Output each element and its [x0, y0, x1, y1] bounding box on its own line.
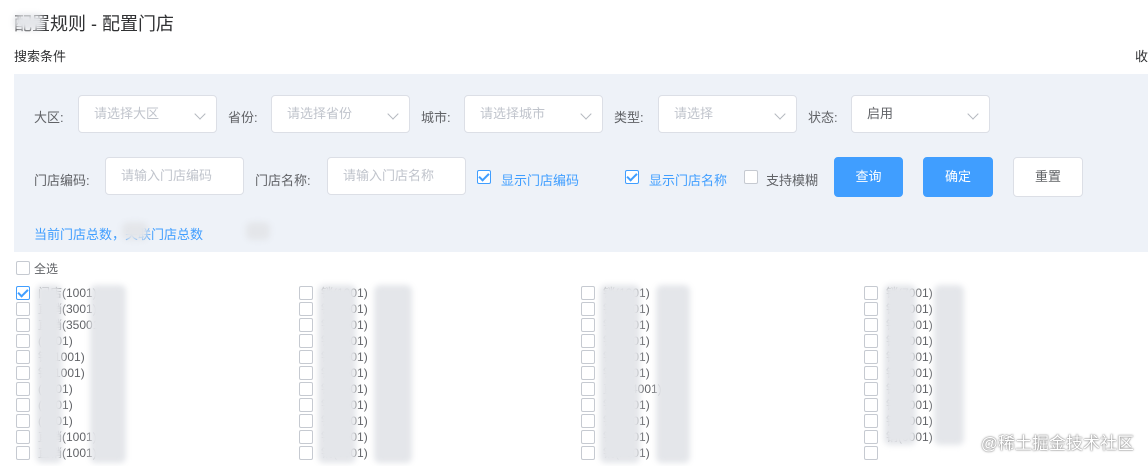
- type-select-placeholder: 请选择: [674, 106, 714, 121]
- store-checkbox[interactable]: [864, 430, 878, 444]
- chevron-down-icon: [774, 108, 786, 120]
- region-select[interactable]: 请选择大区: [78, 95, 217, 133]
- store-checkbox[interactable]: [16, 302, 30, 316]
- confirm-button[interactable]: 确定: [923, 157, 993, 197]
- fuzzy-checkbox[interactable]: [744, 170, 758, 184]
- store-checkbox[interactable]: [16, 414, 30, 428]
- redaction-blur: [934, 285, 964, 445]
- store-checkbox[interactable]: [16, 382, 30, 396]
- store-checkbox[interactable]: [581, 398, 595, 412]
- store-checkbox[interactable]: [581, 382, 595, 396]
- store-code-label: 门店编码:: [34, 173, 90, 188]
- store-checkbox[interactable]: [864, 366, 878, 380]
- store-checkbox[interactable]: [16, 286, 30, 300]
- redaction-blur: [600, 285, 640, 463]
- store-checkbox[interactable]: [299, 414, 313, 428]
- city-label: 城市:: [421, 110, 451, 125]
- status-select[interactable]: 启用: [851, 95, 990, 133]
- redaction-blur: [14, 14, 44, 30]
- chevron-down-icon: [387, 108, 399, 120]
- store-count-summary: 当前门店总数，关联门店总数: [34, 227, 204, 242]
- city-select[interactable]: 请选择城市: [464, 95, 603, 133]
- store-checkbox[interactable]: [581, 366, 595, 380]
- store-checkbox[interactable]: [299, 302, 313, 316]
- store-checkbox[interactable]: [581, 334, 595, 348]
- store-checkbox[interactable]: [299, 382, 313, 396]
- store-code-placeholder: 请输入门店编码: [121, 168, 213, 183]
- chevron-down-icon: [194, 108, 206, 120]
- store-checkbox[interactable]: [864, 350, 878, 364]
- store-checkbox[interactable]: [581, 318, 595, 332]
- store-checkbox[interactable]: [16, 430, 30, 444]
- store-checkbox[interactable]: [299, 318, 313, 332]
- watermark: @稀土掘金技术社区: [980, 434, 1134, 453]
- redaction-blur: [122, 222, 148, 240]
- redaction-blur: [90, 285, 126, 463]
- store-checkbox[interactable]: [299, 430, 313, 444]
- city-select-placeholder: 请选择城市: [480, 106, 546, 121]
- store-checkbox[interactable]: [581, 302, 595, 316]
- store-name-label: 门店名称:: [255, 173, 311, 188]
- redaction-blur: [318, 285, 356, 463]
- reset-button[interactable]: 重置: [1013, 157, 1083, 197]
- store-checkbox[interactable]: [864, 382, 878, 396]
- query-button[interactable]: 查询: [834, 157, 903, 197]
- store-checkbox[interactable]: [16, 350, 30, 364]
- store-checkbox[interactable]: [16, 366, 30, 380]
- store-checkbox[interactable]: [864, 398, 878, 412]
- select-all-label[interactable]: 全选: [34, 260, 58, 277]
- fuzzy-label[interactable]: 支持模糊: [766, 170, 818, 189]
- store-checkbox[interactable]: [16, 334, 30, 348]
- province-label: 省份:: [228, 110, 258, 125]
- store-checkbox[interactable]: [299, 366, 313, 380]
- region-select-placeholder: 请选择大区: [94, 106, 160, 121]
- search-section-label: 搜索条件: [14, 49, 67, 64]
- store-name-input[interactable]: 请输入门店名称: [327, 157, 466, 195]
- show-name-label[interactable]: 显示门店名称: [649, 170, 727, 189]
- store-checkbox[interactable]: [299, 286, 313, 300]
- store-checkbox[interactable]: [299, 350, 313, 364]
- show-name-checkbox[interactable]: [625, 170, 639, 184]
- store-checkbox[interactable]: [864, 286, 878, 300]
- store-checkbox[interactable]: [16, 398, 30, 412]
- status-label: 状态:: [808, 110, 838, 125]
- store-name-placeholder: 请输入门店名称: [343, 168, 435, 183]
- type-label: 类型:: [614, 110, 644, 125]
- select-all-checkbox[interactable]: [16, 261, 30, 275]
- store-checkbox[interactable]: [581, 430, 595, 444]
- store-checkbox[interactable]: [864, 446, 878, 460]
- province-select[interactable]: 请选择省份: [271, 95, 410, 133]
- show-code-label[interactable]: 显示门店编码: [501, 170, 579, 189]
- store-checkbox[interactable]: [581, 446, 595, 460]
- store-checkbox[interactable]: [864, 318, 878, 332]
- store-checkbox[interactable]: [581, 414, 595, 428]
- type-select[interactable]: 请选择: [658, 95, 797, 133]
- collapse-link[interactable]: 收: [1135, 46, 1148, 65]
- redaction-blur: [374, 285, 412, 463]
- chevron-down-icon: [967, 108, 979, 120]
- store-checkbox[interactable]: [864, 302, 878, 316]
- chevron-down-icon: [580, 108, 592, 120]
- store-checkbox[interactable]: [864, 334, 878, 348]
- store-checkbox[interactable]: [864, 414, 878, 428]
- store-checkbox[interactable]: [16, 446, 30, 460]
- province-select-placeholder: 请选择省份: [287, 106, 353, 121]
- store-checkbox[interactable]: [299, 446, 313, 460]
- store-checkbox[interactable]: [16, 318, 30, 332]
- region-label: 大区:: [34, 110, 64, 125]
- redaction-blur: [656, 285, 690, 463]
- store-code-input[interactable]: 请输入门店编码: [105, 157, 244, 195]
- store-checkbox[interactable]: [299, 398, 313, 412]
- redaction-blur: [246, 222, 270, 240]
- redaction-blur: [884, 285, 916, 445]
- store-checkbox[interactable]: [581, 286, 595, 300]
- redaction-blur: [36, 285, 62, 463]
- status-select-value: 启用: [867, 106, 894, 121]
- store-checkbox[interactable]: [299, 334, 313, 348]
- store-checkbox[interactable]: [581, 350, 595, 364]
- show-code-checkbox[interactable]: [477, 170, 491, 184]
- search-panel: 大区: 请选择大区 省份: 请选择省份 城市: 请选择城市 类型: 请选择 状态…: [14, 74, 1148, 252]
